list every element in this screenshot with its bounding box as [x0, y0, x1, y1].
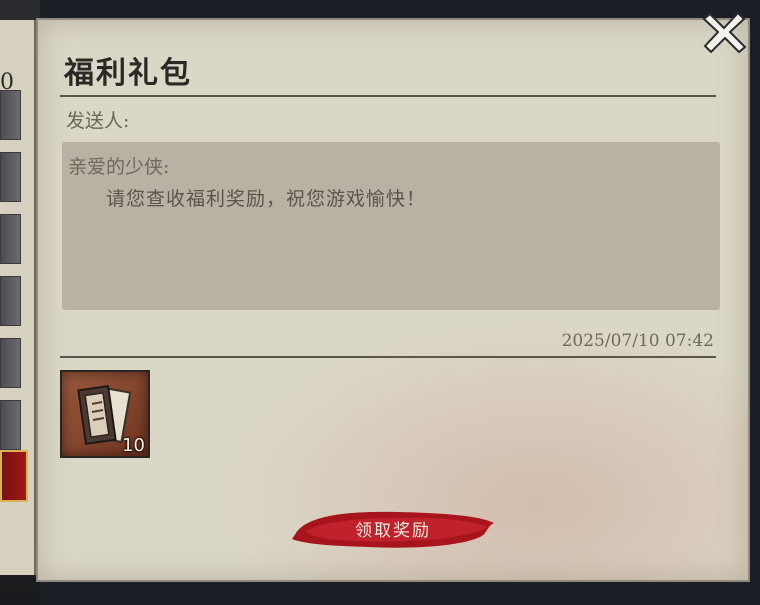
mail-list-item[interactable]	[0, 400, 21, 450]
close-icon	[702, 11, 747, 54]
mail-list-item[interactable]	[0, 152, 21, 202]
attachment-count: 10	[122, 435, 145, 456]
title-divider	[60, 95, 716, 97]
mail-timestamp: 2025/07/10 07:42	[561, 331, 714, 351]
attachment-item[interactable]: 10	[60, 370, 150, 458]
mail-list-item[interactable]	[0, 276, 21, 326]
mail-list-item-selected[interactable]	[0, 450, 28, 502]
mail-list-item[interactable]	[0, 214, 21, 264]
claim-reward-label: 领取奖励	[355, 521, 431, 541]
message-body: 请您查收福利奖励，祝您游戏愉快！	[106, 188, 427, 210]
mail-list-item[interactable]	[0, 90, 21, 140]
close-button[interactable]	[700, 8, 750, 54]
mail-list-strip: 0	[0, 20, 36, 575]
attachment-divider	[60, 356, 716, 358]
sender-label: 发送人:	[66, 110, 130, 132]
message-greeting: 亲爱的少侠:	[68, 156, 170, 178]
mail-list-item[interactable]	[0, 338, 21, 388]
mail-title: 福利礼包	[64, 56, 192, 91]
claim-reward-button[interactable]: 领取奖励	[288, 503, 498, 553]
